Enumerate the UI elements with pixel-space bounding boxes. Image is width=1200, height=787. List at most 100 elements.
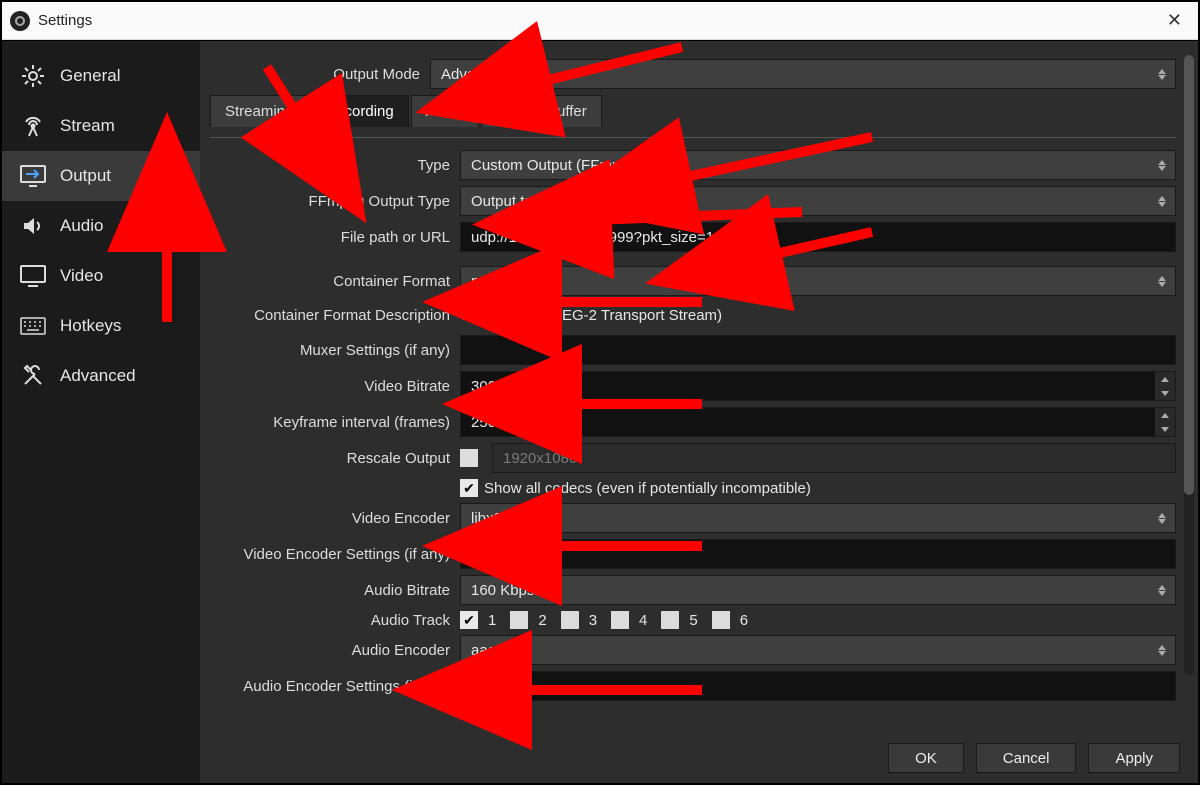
spinner-icon xyxy=(1153,639,1171,661)
ok-button[interactable]: OK xyxy=(888,743,964,773)
text-cursor xyxy=(740,229,741,245)
video-enc-settings-label: Video Encoder Settings (if any) xyxy=(210,546,460,563)
audio-bitrate-select[interactable]: 160 Kbps xyxy=(460,575,1176,605)
container-format-value: mpegts xyxy=(471,273,520,290)
output-mode-label: Output Mode xyxy=(210,66,430,83)
spinner-icon xyxy=(1153,63,1171,85)
audio-track-2-checkbox[interactable] xyxy=(510,611,528,629)
video-bitrate-label: Video Bitrate xyxy=(210,378,460,395)
sidebar-item-video[interactable]: Video xyxy=(2,251,200,301)
audio-track-4-checkbox[interactable] xyxy=(611,611,629,629)
sidebar-item-hotkeys[interactable]: Hotkeys xyxy=(2,301,200,351)
video-bitrate-input[interactable]: 3000 Kbps xyxy=(460,371,1176,401)
video-bitrate-value: 3000 Kbps xyxy=(471,378,543,395)
sidebar-item-label: Stream xyxy=(60,116,115,136)
audio-track-label: Audio Track xyxy=(210,612,460,629)
type-select[interactable]: Custom Output (FFmpeg) xyxy=(460,150,1176,180)
ffmpeg-output-type-value: Output to URL xyxy=(471,193,567,210)
cancel-button[interactable]: Cancel xyxy=(976,743,1077,773)
spinner-icon xyxy=(1153,579,1171,601)
container-format-label: Container Format xyxy=(210,273,460,290)
track-number: 1 xyxy=(488,612,496,629)
ffmpeg-output-type-select[interactable]: Output to URL xyxy=(460,186,1176,216)
muxer-input[interactable] xyxy=(460,335,1176,365)
tab-streaming[interactable]: Streaming xyxy=(210,95,308,127)
close-icon[interactable]: ✕ xyxy=(1161,8,1188,33)
sidebar-item-output[interactable]: Output xyxy=(2,151,200,201)
type-label: Type xyxy=(210,157,460,174)
ffmpeg-output-type-label: FFmpeg Output Type xyxy=(210,193,460,210)
window-title: Settings xyxy=(38,12,92,29)
container-desc-label: Container Format Description xyxy=(210,307,460,324)
audio-track-6-checkbox[interactable] xyxy=(712,611,730,629)
sidebar-item-label: General xyxy=(60,66,120,86)
apply-button[interactable]: Apply xyxy=(1088,743,1180,773)
rescale-placeholder: 1920x1080 xyxy=(503,450,577,467)
track-number: 6 xyxy=(740,612,748,629)
audio-encoder-select[interactable]: aac xyxy=(460,635,1176,665)
sidebar-item-audio[interactable]: Audio xyxy=(2,201,200,251)
muxer-label: Muxer Settings (if any) xyxy=(210,342,460,359)
rescale-checkbox[interactable] xyxy=(460,449,478,467)
spinner-icon xyxy=(1153,154,1171,176)
show-codecs-label: Show all codecs (even if potentially inc… xyxy=(484,480,811,497)
file-path-input[interactable]: udp://192.168.1.75:9999?pkt_size=1316 xyxy=(460,222,1176,252)
track-number: 3 xyxy=(589,612,597,629)
audio-bitrate-value: 160 Kbps xyxy=(471,582,534,599)
show-codecs-checkbox[interactable]: ✔ xyxy=(460,479,478,497)
track-number: 2 xyxy=(538,612,546,629)
video-encoder-value: libx264 xyxy=(471,510,519,527)
sidebar-item-advanced[interactable]: Advanced xyxy=(2,351,200,401)
scrollbar-thumb[interactable] xyxy=(1184,55,1194,495)
spinner-icon xyxy=(1153,507,1171,529)
tab-audio[interactable]: Audio xyxy=(411,95,479,127)
monitor-arrow-icon xyxy=(20,165,46,187)
audio-enc-settings-label: Audio Encoder Settings (if any) xyxy=(210,678,460,695)
audio-encoder-value: aac xyxy=(471,642,495,659)
content-area: Output Mode Advanced Streaming Recording… xyxy=(200,41,1198,733)
audio-enc-settings-input[interactable] xyxy=(460,671,1176,701)
keyframe-input[interactable]: 250 xyxy=(460,407,1176,437)
number-spinner[interactable] xyxy=(1155,408,1175,436)
tab-replay-buffer[interactable]: Replay Buffer xyxy=(481,95,602,127)
spinner-icon xyxy=(1153,270,1171,292)
rescale-input: 1920x1080 xyxy=(492,443,1176,473)
keyframe-label: Keyframe interval (frames) xyxy=(210,414,460,431)
obs-icon xyxy=(10,11,30,31)
output-mode-select[interactable]: Advanced xyxy=(430,59,1176,89)
audio-encoder-label: Audio Encoder xyxy=(210,642,460,659)
monitor-icon xyxy=(20,265,46,287)
speaker-icon xyxy=(20,215,46,237)
check-icon: ✔ xyxy=(463,613,475,627)
tools-icon xyxy=(20,365,46,387)
title-bar: Settings ✕ xyxy=(2,2,1198,40)
sidebar-item-general[interactable]: General xyxy=(2,51,200,101)
check-icon: ✔ xyxy=(463,481,475,495)
sidebar-item-label: Audio xyxy=(60,216,103,236)
rescale-label: Rescale Output xyxy=(210,450,460,467)
dialog-footer: OK Cancel Apply xyxy=(200,733,1198,783)
container-desc-value: MPEG-TS (MPEG-2 Transport Stream) xyxy=(462,307,722,324)
antenna-icon xyxy=(20,115,46,137)
output-tabs: Streaming Recording Audio Replay Buffer xyxy=(210,95,1176,127)
sidebar-item-label: Advanced xyxy=(60,366,136,386)
number-spinner[interactable] xyxy=(1155,372,1175,400)
sidebar-item-label: Hotkeys xyxy=(60,316,121,336)
output-mode-value: Advanced xyxy=(441,66,508,83)
audio-track-3-checkbox[interactable] xyxy=(561,611,579,629)
tab-recording[interactable]: Recording xyxy=(310,95,408,127)
tab-divider xyxy=(210,137,1176,138)
video-encoder-label: Video Encoder xyxy=(210,510,460,527)
audio-track-5-checkbox[interactable] xyxy=(661,611,679,629)
spinner-icon xyxy=(1153,190,1171,212)
keyframe-value: 250 xyxy=(471,414,496,431)
video-enc-settings-input[interactable] xyxy=(460,539,1176,569)
audio-bitrate-label: Audio Bitrate xyxy=(210,582,460,599)
audio-track-1-checkbox[interactable]: ✔ xyxy=(460,611,478,629)
sidebar-item-stream[interactable]: Stream xyxy=(2,101,200,151)
container-format-select[interactable]: mpegts xyxy=(460,266,1176,296)
sidebar-item-label: Output xyxy=(60,166,111,186)
video-encoder-select[interactable]: libx264 xyxy=(460,503,1176,533)
file-path-label: File path or URL xyxy=(210,229,460,246)
keyboard-icon xyxy=(20,315,46,337)
